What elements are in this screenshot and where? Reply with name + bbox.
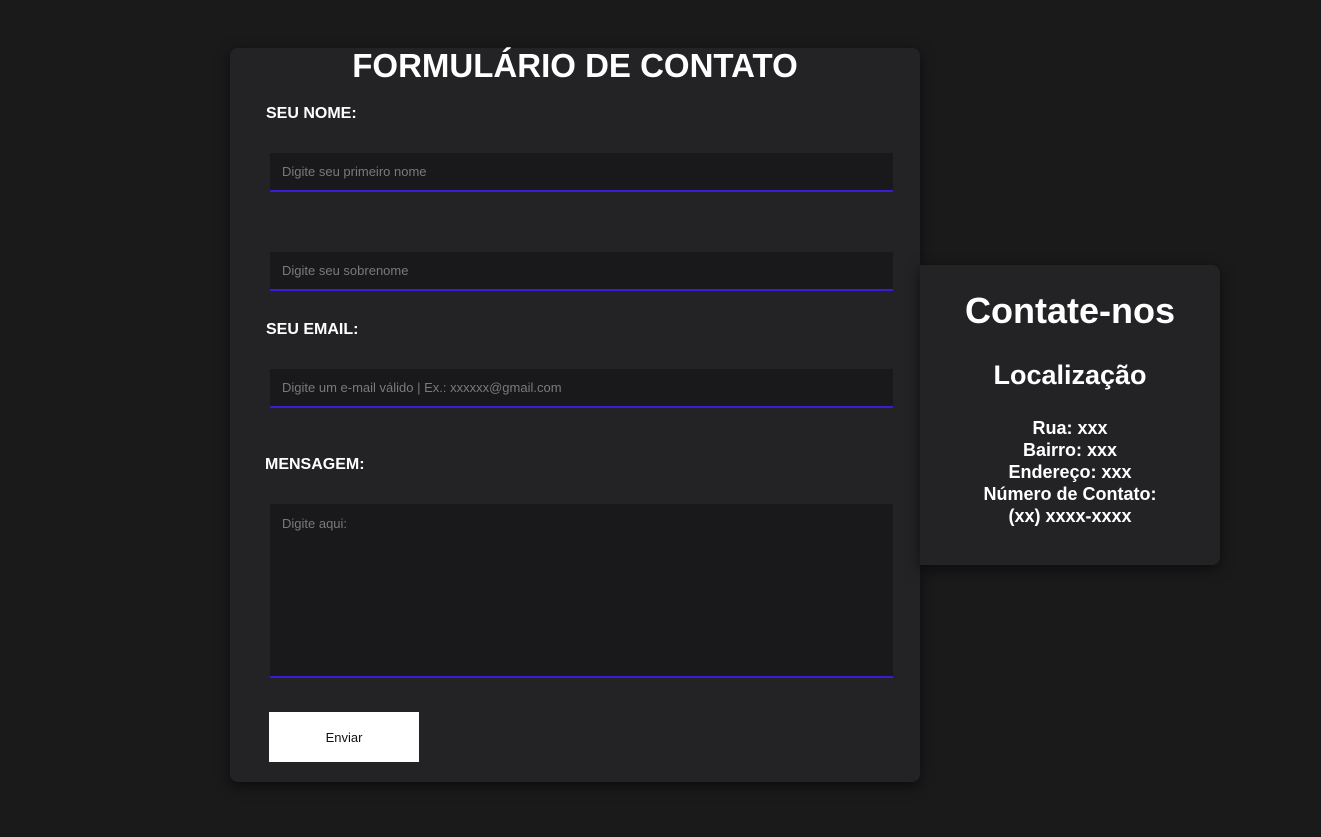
contact-number-value: (xx) xxxx-xxxx: [1008, 506, 1132, 526]
last-name-input[interactable]: [270, 252, 893, 291]
first-name-input[interactable]: [270, 153, 893, 192]
page: FORMULÁRIO DE CONTATO SEU NOME: SEU EMAI…: [0, 0, 1321, 837]
street-line: Rua: xxx: [1032, 418, 1108, 438]
form-title: FORMULÁRIO DE CONTATO: [352, 47, 798, 84]
contact-info: Rua: xxx Bairro: xxx Endereço: xxx Númer…: [920, 417, 1220, 527]
address-line: Endereço: xxx: [1008, 462, 1132, 482]
submit-button[interactable]: Enviar: [269, 712, 419, 762]
message-textarea[interactable]: [270, 504, 893, 678]
location-heading: Localização: [993, 360, 1147, 390]
message-label: MENSAGEM:: [265, 456, 365, 473]
contact-card: Contate-nos Localização Rua: xxx Bairro:…: [920, 265, 1220, 565]
email-label: SEU EMAIL:: [266, 321, 359, 338]
name-label: SEU NOME:: [266, 105, 357, 122]
neighborhood-line: Bairro: xxx: [1022, 440, 1118, 460]
email-input[interactable]: [270, 369, 893, 408]
contact-number-label: Número de Contato:: [983, 484, 1157, 504]
contact-form: FORMULÁRIO DE CONTATO SEU NOME: SEU EMAI…: [230, 48, 920, 782]
contact-title: Contate-nos: [965, 290, 1175, 331]
